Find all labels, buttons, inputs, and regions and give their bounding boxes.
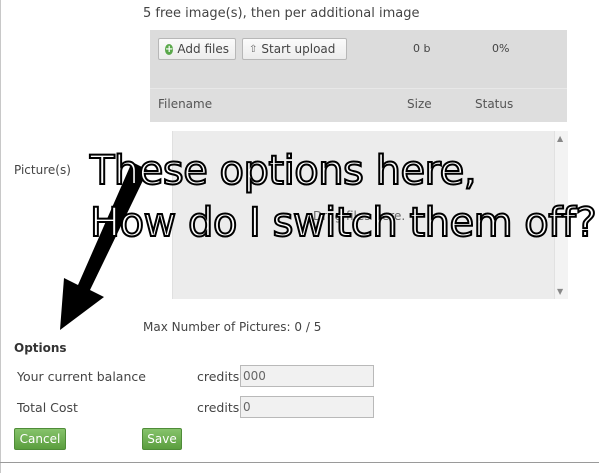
start-upload-label: Start upload [261, 42, 336, 56]
annotation-line-2: How do I switch them off? [89, 199, 598, 247]
upload-arrow-icon: ⇧ [249, 43, 258, 55]
balance-field[interactable] [240, 365, 374, 387]
left-border [0, 0, 1, 473]
add-files-button[interactable]: + Add files [158, 38, 236, 60]
options-title: Options [14, 341, 67, 355]
annotation-line-1: These options here, [89, 147, 477, 195]
save-button[interactable]: Save [142, 428, 182, 450]
total-percent: 0% [492, 42, 510, 55]
total-size: 0 b [413, 42, 431, 55]
add-files-label: Add files [177, 42, 229, 56]
file-list-header: Filename Size Status [150, 88, 567, 122]
balance-label: Your current balance [17, 369, 146, 384]
column-filename: Filename [158, 97, 213, 111]
balance-unit: credits [197, 369, 240, 384]
column-size: Size [407, 97, 432, 111]
bottom-border [0, 462, 599, 463]
plus-icon: + [165, 43, 174, 55]
start-upload-button[interactable]: ⇧ Start upload [242, 38, 347, 60]
uploader-toolbar: + Add files ⇧ Start upload 0 b 0% [150, 30, 567, 88]
total-cost-label: Total Cost [17, 400, 78, 415]
scroll-down-icon[interactable]: ▼ [557, 287, 563, 296]
column-status: Status [475, 97, 514, 111]
free-images-note: 5 free image(s), then per additional ima… [143, 6, 420, 21]
cancel-button[interactable]: Cancel [14, 428, 66, 450]
scroll-up-icon[interactable]: ▲ [557, 134, 563, 143]
total-cost-unit: credits [197, 400, 240, 415]
total-cost-field[interactable] [240, 396, 374, 418]
